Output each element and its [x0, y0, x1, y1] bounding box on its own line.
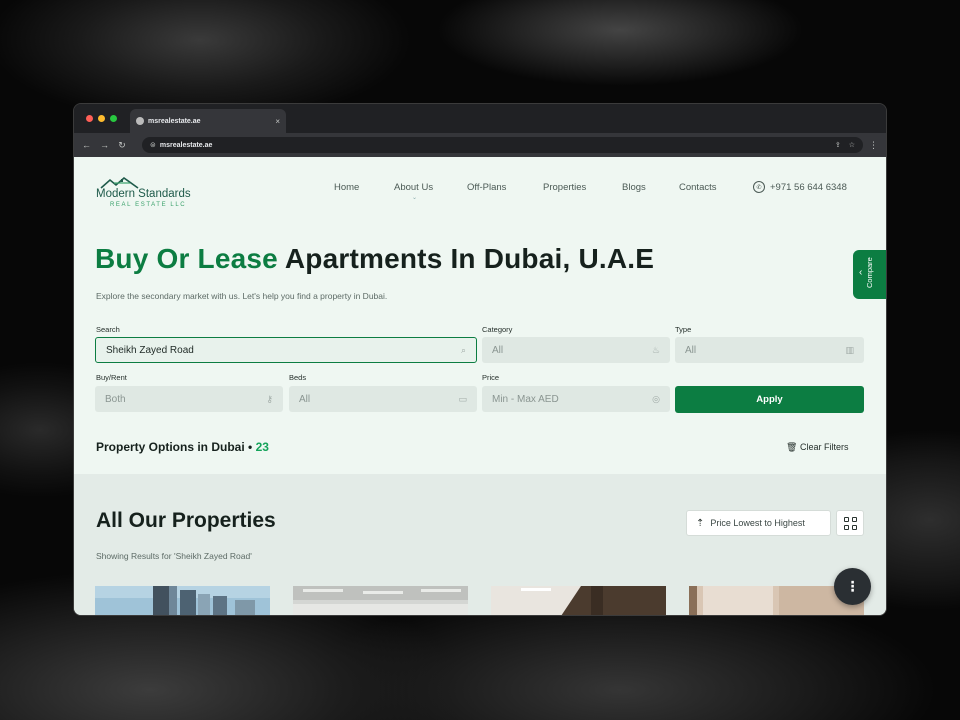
nav-contacts[interactable]: Contacts	[679, 182, 717, 193]
page-title-accent: Buy Or Lease	[95, 243, 278, 274]
compare-label: Compare	[865, 257, 874, 288]
trash-icon: 🗑	[786, 442, 798, 452]
grid-icon	[852, 525, 857, 530]
forward-arrow-icon[interactable]: →	[100, 140, 109, 150]
nav-blogs[interactable]: Blogs	[622, 182, 646, 193]
category-icon: ♨	[651, 344, 660, 355]
favicon-icon	[136, 117, 144, 125]
buy-rent-select[interactable]: Both ⚷	[95, 386, 283, 412]
logo-brand-text: Modern Standards	[96, 188, 191, 200]
minimize-window-button[interactable]	[98, 115, 105, 122]
phone-number: +971 56 644 6348	[770, 181, 847, 193]
grid-view-button[interactable]	[836, 510, 864, 536]
tab-title: msrealestate.ae	[148, 117, 201, 125]
whatsapp-icon: ✆	[753, 181, 765, 193]
type-label: Type	[675, 325, 692, 334]
vertical-dots-icon: ⋮	[845, 578, 860, 594]
browser-tabbar: msrealestate.ae ×	[74, 104, 886, 133]
bookmark-star-icon[interactable]: ☆	[849, 141, 855, 149]
property-card-image[interactable]	[95, 586, 270, 615]
web-page: Modern Standards REAL ESTATE LLC Home Ab…	[74, 157, 886, 615]
close-tab-icon[interactable]: ×	[275, 117, 280, 126]
property-options-label: Property Options in Dubai	[96, 440, 245, 454]
price-label: Price	[482, 373, 500, 382]
close-window-button[interactable]	[86, 115, 93, 122]
browser-menu-icon[interactable]: ⋮	[869, 140, 878, 151]
search-icon: ⌕	[460, 344, 466, 355]
buy-rent-label: Buy/Rent	[96, 373, 127, 382]
category-label: Category	[482, 325, 513, 334]
price-select[interactable]: Min - Max AED ◎	[482, 386, 670, 412]
site-info-icon[interactable]: ⊜	[150, 141, 156, 149]
type-select[interactable]: All ▥	[675, 337, 864, 363]
grid-icon	[844, 525, 849, 530]
coins-icon: ◎	[652, 393, 660, 404]
maximize-window-button[interactable]	[110, 115, 117, 122]
browser-toolbar: ← → ↻ ⊜ msrealestate.ae ⇪ ☆ ⋮	[74, 133, 886, 157]
beds-label: Beds	[289, 373, 307, 382]
nav-home[interactable]: Home	[334, 182, 359, 193]
share-icon[interactable]: ⇪	[835, 141, 841, 149]
sort-button[interactable]: ⇡ Price Lowest to Highest	[686, 510, 831, 536]
back-arrow-icon[interactable]: ←	[82, 140, 91, 150]
browser-window: msrealestate.ae × ← → ↻ ⊜ msrealestate.a…	[73, 103, 887, 616]
beds-value: All	[299, 393, 311, 405]
price-value: Min - Max AED	[492, 393, 559, 405]
phone-link[interactable]: ✆ +971 56 644 6348	[753, 181, 847, 193]
search-value: Sheikh Zayed Road	[106, 344, 194, 356]
logo-subtitle: REAL ESTATE LLC	[110, 202, 187, 208]
page-subtitle: Explore the secondary market with us. Le…	[96, 291, 388, 301]
results-subtitle: Showing Results for 'Sheikh Zayed Road'	[96, 551, 252, 561]
chevron-down-icon: ⌄	[412, 195, 418, 201]
section-title: All Our Properties	[96, 509, 276, 532]
more-options-button[interactable]: ⋮	[834, 568, 871, 605]
search-input[interactable]: Sheikh Zayed Road ⌕	[95, 337, 477, 363]
building-icon: ▥	[845, 344, 854, 355]
house-roof-icon	[100, 176, 139, 189]
grid-icon	[852, 517, 857, 522]
sort-label: Price Lowest to Highest	[710, 518, 805, 528]
property-options-count: 23	[255, 440, 269, 454]
bed-icon: ▭	[458, 393, 467, 404]
nav-about-us[interactable]: About Us ⌄	[394, 182, 434, 201]
nav-about-us-label: About Us	[394, 182, 434, 193]
nav-off-plans[interactable]: Off-Plans	[467, 182, 506, 193]
property-options-heading: Property Options in Dubai • 23	[96, 440, 269, 454]
property-card-image[interactable]	[293, 586, 468, 615]
clear-filters-label: Clear Filters	[799, 442, 849, 452]
reload-icon[interactable]: ↻	[118, 140, 126, 151]
buy-rent-value: Both	[105, 393, 126, 405]
sort-ascending-icon: ⇡	[696, 517, 705, 529]
property-card-image[interactable]	[491, 586, 666, 615]
grid-icon	[844, 517, 849, 522]
properties-section: All Our Properties Showing Results for '…	[74, 474, 886, 615]
clear-filters-button[interactable]: 🗑 Clear Filters	[786, 442, 848, 453]
address-bar[interactable]: ⊜ msrealestate.ae ⇪ ☆	[142, 137, 863, 153]
address-url: msrealestate.ae	[159, 141, 213, 149]
page-title-rest: Apartments In Dubai, U.A.E	[277, 243, 655, 274]
compare-tab[interactable]: ‹ Compare	[853, 250, 886, 299]
search-label: Search	[96, 325, 120, 334]
chevron-left-icon: ‹	[859, 267, 863, 278]
category-select[interactable]: All ♨	[482, 337, 670, 363]
page-title: Buy Or Lease Apartments In Dubai, U.A.E	[95, 243, 654, 275]
browser-tab[interactable]: msrealestate.ae ×	[130, 109, 286, 133]
site-logo[interactable]: Modern Standards REAL ESTATE LLC	[96, 175, 206, 215]
beds-select[interactable]: All ▭	[289, 386, 477, 412]
property-options-separator: •	[244, 440, 256, 454]
category-value: All	[492, 344, 504, 356]
key-icon: ⚷	[266, 393, 273, 404]
nav-properties[interactable]: Properties	[543, 182, 586, 193]
type-value: All	[685, 344, 697, 356]
apply-button[interactable]: Apply	[675, 386, 864, 413]
